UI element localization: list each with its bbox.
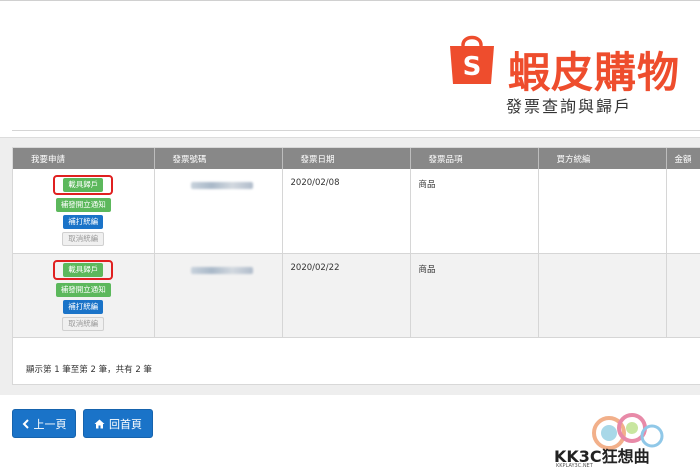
- home-icon: [94, 419, 105, 428]
- invoice-table: 我要申請 發票號碼 發票日期 發票品項 買方統編 金額 載具歸戶 補發開立通知 …: [13, 148, 700, 338]
- chevron-left-icon: [22, 418, 29, 429]
- cancel-tax-id-button[interactable]: 取消統編: [62, 316, 105, 331]
- svg-text:S: S: [463, 52, 482, 82]
- add-tax-id-button[interactable]: 補打統編: [63, 215, 104, 229]
- table-header-row: 我要申請 發票號碼 發票日期 發票品項 買方統編 金額: [13, 148, 700, 169]
- col-header-invoice-no[interactable]: 發票號碼: [154, 148, 283, 169]
- page-frame: S 蝦皮購物 發票查詢與歸戶 我要申請 發票號碼 發票日期 發票品項 買方統編 …: [0, 0, 700, 471]
- brand-name: 蝦皮購物: [508, 48, 681, 97]
- col-header-amount[interactable]: 金額: [666, 148, 700, 169]
- item-cell: 商品: [410, 253, 539, 338]
- header-area: S 蝦皮購物 發票查詢與歸戶: [0, 1, 700, 131]
- shopee-bag-icon: S: [450, 35, 494, 84]
- date-cell: 2020/02/08: [282, 169, 411, 254]
- home-label: 回首頁: [109, 417, 142, 431]
- redacted-invoice-number: [190, 182, 253, 189]
- table-row: 載具歸戶 補發開立通知 補打統編 取消統編 2020/02/08 商品: [13, 169, 700, 254]
- amount-cell: [666, 253, 700, 338]
- table-row: 載具歸戶 補發開立通知 補打統編 取消統編 2020/02/22 商品: [13, 253, 700, 338]
- assign-carrier-button[interactable]: 載具歸戶: [63, 262, 104, 277]
- invoice-no-cell: [154, 253, 283, 338]
- col-header-buyer-id[interactable]: 買方統編: [538, 148, 667, 169]
- cancel-tax-id-button[interactable]: 取消統編: [62, 232, 105, 246]
- resend-notice-button[interactable]: 補發開立通知: [55, 198, 111, 212]
- actions-cell: 載具歸戶 補發開立通知 補打統編 取消統編: [13, 169, 155, 254]
- resend-notice-button[interactable]: 補發開立通知: [55, 282, 111, 297]
- header-divider: [12, 130, 700, 131]
- pagination-info: 顯示第 1 筆至第 2 筆，共有 2 筆: [26, 365, 152, 375]
- buyer-id-cell: [538, 253, 667, 338]
- assign-carrier-button[interactable]: 載具歸戶: [63, 178, 104, 192]
- prev-page-label: 上一頁: [33, 417, 67, 431]
- col-header-item[interactable]: 發票品項: [410, 148, 539, 169]
- buyer-id-cell: [538, 169, 667, 254]
- date-cell: 2020/02/22: [282, 253, 411, 338]
- col-header-apply: 我要申請: [13, 148, 155, 169]
- col-header-date[interactable]: 發票日期: [282, 148, 411, 169]
- highlight-box: 載具歸戶: [53, 259, 114, 280]
- redacted-invoice-number: [190, 266, 253, 274]
- page-subtitle: 發票查詢與歸戶: [506, 97, 633, 116]
- home-button[interactable]: 回首頁: [83, 409, 153, 438]
- invoice-no-cell: [154, 169, 283, 254]
- actions-cell: 載具歸戶 補發開立通知 補打統編 取消統編: [13, 253, 155, 338]
- prev-page-button[interactable]: 上一頁: [12, 409, 76, 438]
- invoice-table-panel: 我要申請 發票號碼 發票日期 發票品項 買方統編 金額 載具歸戶 補發開立通知 …: [12, 147, 700, 385]
- amount-cell: [666, 169, 700, 254]
- add-tax-id-button[interactable]: 補打統編: [63, 299, 104, 314]
- item-cell: 商品: [410, 169, 539, 254]
- watermark-subtext: KKPLAY3C.NET: [556, 463, 593, 469]
- highlight-box: 載具歸戶: [53, 175, 114, 195]
